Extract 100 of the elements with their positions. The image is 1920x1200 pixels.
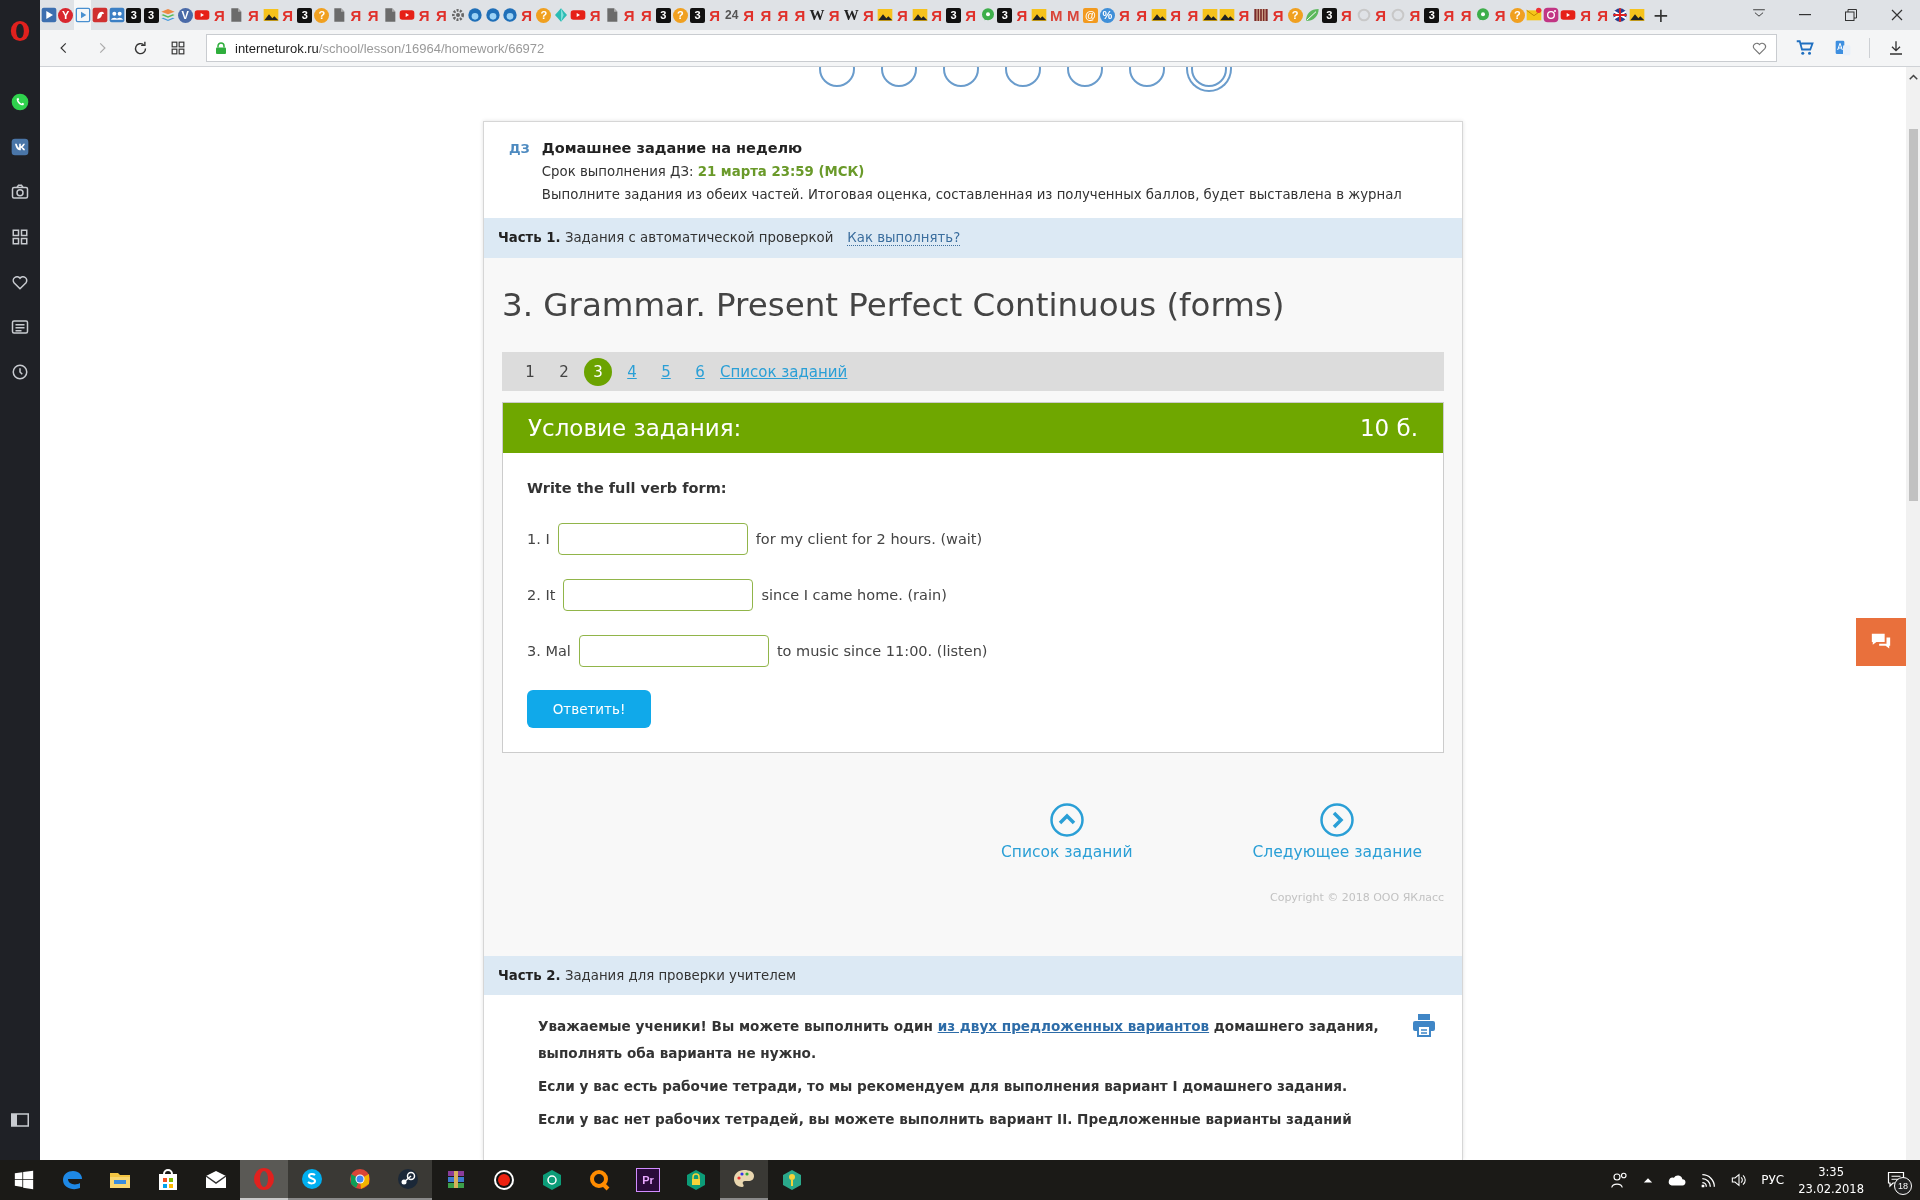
browser-tab[interactable]: Я: [1235, 0, 1253, 30]
browser-tab[interactable]: Я: [347, 0, 365, 30]
ring-icon: [1355, 7, 1372, 23]
taskbar-app[interactable]: [384, 1160, 432, 1200]
browser-tab[interactable]: Я: [415, 0, 433, 30]
browser-tab[interactable]: ?: [671, 0, 689, 30]
browser-tab[interactable]: 24: [723, 0, 741, 30]
browser-tab[interactable]: Я: [1184, 0, 1202, 30]
browser-tab[interactable]: Я: [1167, 0, 1185, 30]
task-nav-link[interactable]: Следующее задание: [1252, 803, 1422, 861]
browser-tab[interactable]: Я: [1372, 0, 1390, 30]
browser-tab[interactable]: W: [808, 0, 826, 30]
taskbar-app[interactable]: Pr: [624, 1160, 672, 1200]
browser-tab[interactable]: ?: [313, 0, 331, 30]
key-icon: [780, 1168, 804, 1192]
browser-tab[interactable]: Я: [637, 0, 655, 30]
browser-tab[interactable]: M: [1047, 0, 1065, 30]
answer-field[interactable]: [578, 635, 769, 667]
browser-tab[interactable]: Я: [1337, 0, 1355, 30]
browser-tab[interactable]: Я: [740, 0, 758, 30]
browser-tab[interactable]: Я: [1269, 0, 1287, 30]
how-to-link[interactable]: Как выполнять?: [847, 230, 961, 246]
page-link[interactable]: Список заданий: [720, 357, 848, 386]
page-link[interactable]: 1: [516, 357, 544, 386]
browser-tab[interactable]: Я: [774, 0, 792, 30]
browser-tab[interactable]: Я: [364, 0, 382, 30]
answer-field[interactable]: [563, 579, 754, 611]
browser-tab[interactable]: Я: [1115, 0, 1133, 30]
browser-tab[interactable]: Y: [57, 0, 75, 30]
browser-tab[interactable]: 3: [945, 0, 963, 30]
instruction-paragraph: Уважаемые ученики! Вы можете выполнить один из двух предложенных вариантов домашнего задания, выполнять оба варианта не нужно.: [538, 1017, 1380, 1063]
instruction-paragraph: Если у вас есть рабочие тетради, то мы рекомендуем для выполнения вариант I домашнего задания.: [538, 1077, 1349, 1096]
browser-tab[interactable]: Я: [893, 0, 911, 30]
page-link[interactable]: 4: [618, 357, 646, 386]
url-text: interneturok.ru/school/lesson/16964/homework/66972: [235, 40, 546, 56]
notification-button[interactable]: 18: [1878, 1160, 1914, 1200]
close-icon: [1891, 9, 1903, 21]
scrollbar-thumb[interactable]: [1908, 129, 1918, 501]
browser-tab[interactable]: ?: [1508, 0, 1526, 30]
browser-tab[interactable]: Я: [859, 0, 877, 30]
browser-tab[interactable]: 3: [296, 0, 314, 30]
browser-tab[interactable]: Я: [244, 0, 262, 30]
variants-link[interactable]: из двух предложенных вариантов: [937, 1018, 1210, 1034]
browser-tab[interactable]: @: [1081, 0, 1099, 30]
task-nav-link[interactable]: Список заданий: [1000, 803, 1133, 861]
browser-tab[interactable]: V: [176, 0, 194, 30]
browser-tab[interactable]: Я: [1406, 0, 1424, 30]
browser-tab[interactable]: 3: [688, 0, 707, 30]
browser-tab[interactable]: 3: [996, 0, 1014, 30]
new-tab-button[interactable]: +: [1646, 0, 1676, 30]
record-icon: [492, 1168, 516, 1192]
taskbar-app[interactable]: [288, 1160, 336, 1200]
page-link[interactable]: 5: [652, 357, 680, 386]
image-icon: [1218, 7, 1235, 23]
browser-tab[interactable]: Я: [210, 0, 228, 30]
browser-tab[interactable]: 3: [1320, 0, 1338, 30]
page-link[interactable]: 3: [584, 357, 612, 386]
submit-button[interactable]: Ответить!: [527, 690, 651, 728]
browser-tab[interactable]: Я: [1013, 0, 1031, 30]
browser-tab[interactable]: Я: [791, 0, 809, 30]
browser-tab[interactable]: Я: [620, 0, 638, 30]
browser-tab[interactable]: %: [1098, 0, 1116, 30]
language-indicator[interactable]: РУС: [1761, 1173, 1785, 1187]
video-play-icon: [1560, 7, 1577, 23]
page-link[interactable]: 2: [550, 357, 578, 386]
part-title: Часть 1. Задания с автоматической проверкой: [498, 230, 834, 245]
browser-tab[interactable]: W: [842, 0, 860, 30]
browser-tab[interactable]: ?: [535, 0, 553, 30]
chat-button[interactable]: [1856, 618, 1906, 666]
taskbar-app[interactable]: [720, 1160, 768, 1200]
browser-tab[interactable]: Я: [757, 0, 775, 30]
browser-tab[interactable]: Я: [1457, 0, 1475, 30]
browser-tab[interactable]: ?: [1286, 0, 1304, 30]
browser-tab[interactable]: M: [1064, 0, 1082, 30]
part-title: Часть 2. Задания для проверки учителем: [498, 968, 796, 983]
browser-tab[interactable]: Я: [928, 0, 946, 30]
browser-tab[interactable]: Я: [518, 0, 536, 30]
padlock-icon: [684, 1168, 708, 1192]
address-field[interactable]: interneturok.ru/school/lesson/16964/homework/66972: [206, 34, 1777, 62]
browser-tab[interactable]: Я: [1491, 0, 1509, 30]
browser-tab[interactable]: Я: [1577, 0, 1595, 30]
browser-tab[interactable]: 3: [654, 0, 672, 30]
browser-tab[interactable]: Я: [432, 0, 450, 30]
browser-tab[interactable]: Я: [825, 0, 843, 30]
answer-field[interactable]: [557, 523, 748, 555]
browser-tab[interactable]: Я: [586, 0, 604, 30]
browser-tab[interactable]: 3: [125, 0, 143, 30]
sentence-end: for my client for 2 hours. (wait): [755, 531, 983, 547]
browser-tab[interactable]: Я: [1594, 0, 1612, 30]
browser-tab[interactable]: Я: [1133, 0, 1151, 30]
browser-tab[interactable]: Я: [1440, 0, 1458, 30]
browser-tab[interactable]: Я: [279, 0, 297, 30]
notification-icon: [1886, 1171, 1906, 1189]
chat-bubble-icon: [979, 7, 996, 23]
steam-icon: [396, 1167, 420, 1191]
browser-tab[interactable]: 3: [1423, 0, 1441, 30]
browser-tab[interactable]: Я: [962, 0, 980, 30]
browser-tab[interactable]: 3: [142, 0, 160, 30]
browser-tab[interactable]: Я: [706, 0, 724, 30]
page-link[interactable]: 6: [686, 357, 714, 386]
